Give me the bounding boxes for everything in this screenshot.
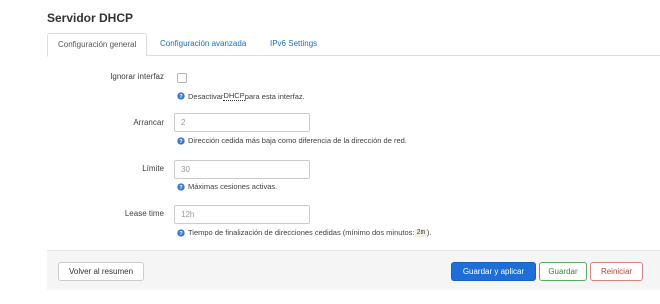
svg-text:?: ? (179, 185, 183, 191)
svg-text:?: ? (179, 139, 183, 145)
start-label: Arrancar (133, 118, 164, 127)
limit-help: ? Máximas cesiones activas. (177, 182, 277, 191)
tab-advanced[interactable]: Configuración avanzada (150, 33, 256, 56)
leasetime-help-prefix: Tiempo de finalización de direcciones ce… (188, 228, 415, 237)
help-icon: ? (177, 92, 185, 100)
start-help-text: Dirección cedida más baja como diferenci… (188, 136, 407, 145)
leasetime-label: Lease time (124, 209, 164, 218)
section-title: Servidor DHCP (47, 11, 134, 25)
help-icon: ? (177, 228, 185, 237)
leasetime-input[interactable] (174, 205, 310, 224)
ignore-interface-checkbox[interactable] (177, 73, 187, 83)
save-button[interactable]: Guardar (539, 262, 587, 281)
tab-ipv6[interactable]: IPv6 Settings (260, 33, 327, 56)
dhcp-abbr: DHCP (223, 91, 245, 101)
start-input[interactable] (174, 113, 310, 132)
help-icon: ? (177, 136, 185, 145)
reset-button[interactable]: Reiniciar (590, 262, 643, 281)
start-help: ? Dirección cedida más baja como diferen… (177, 136, 407, 145)
help-text-prefix: Desactivar (188, 91, 224, 101)
back-to-overview-button[interactable]: Volver al resumen (58, 262, 144, 281)
help-icon: ? (177, 182, 185, 191)
ignore-interface-help: ? Desactivar DHCP para esta interfaz. (177, 91, 305, 101)
svg-text:?: ? (179, 94, 183, 100)
limit-label: Límite (142, 164, 164, 173)
limit-help-text: Máximas cesiones activas. (188, 182, 278, 191)
tab-bar: Configuración general Configuración avan… (47, 33, 660, 57)
leasetime-help-code: 2m (414, 228, 427, 237)
action-footer: Volver al resumen Guardar y aplicar Guar… (47, 250, 660, 290)
ignore-interface-label: Ignorar interfaz (110, 72, 164, 81)
help-text-suffix: para esta interfaz. (244, 91, 305, 101)
svg-text:?: ? (179, 231, 183, 237)
limit-input[interactable] (174, 160, 310, 179)
save-and-apply-button[interactable]: Guardar y aplicar (451, 262, 536, 281)
leasetime-help-suffix: ). (426, 228, 432, 237)
tab-general[interactable]: Configuración general (47, 33, 148, 57)
leasetime-help: ? Tiempo de finalización de direcciones … (177, 228, 432, 237)
